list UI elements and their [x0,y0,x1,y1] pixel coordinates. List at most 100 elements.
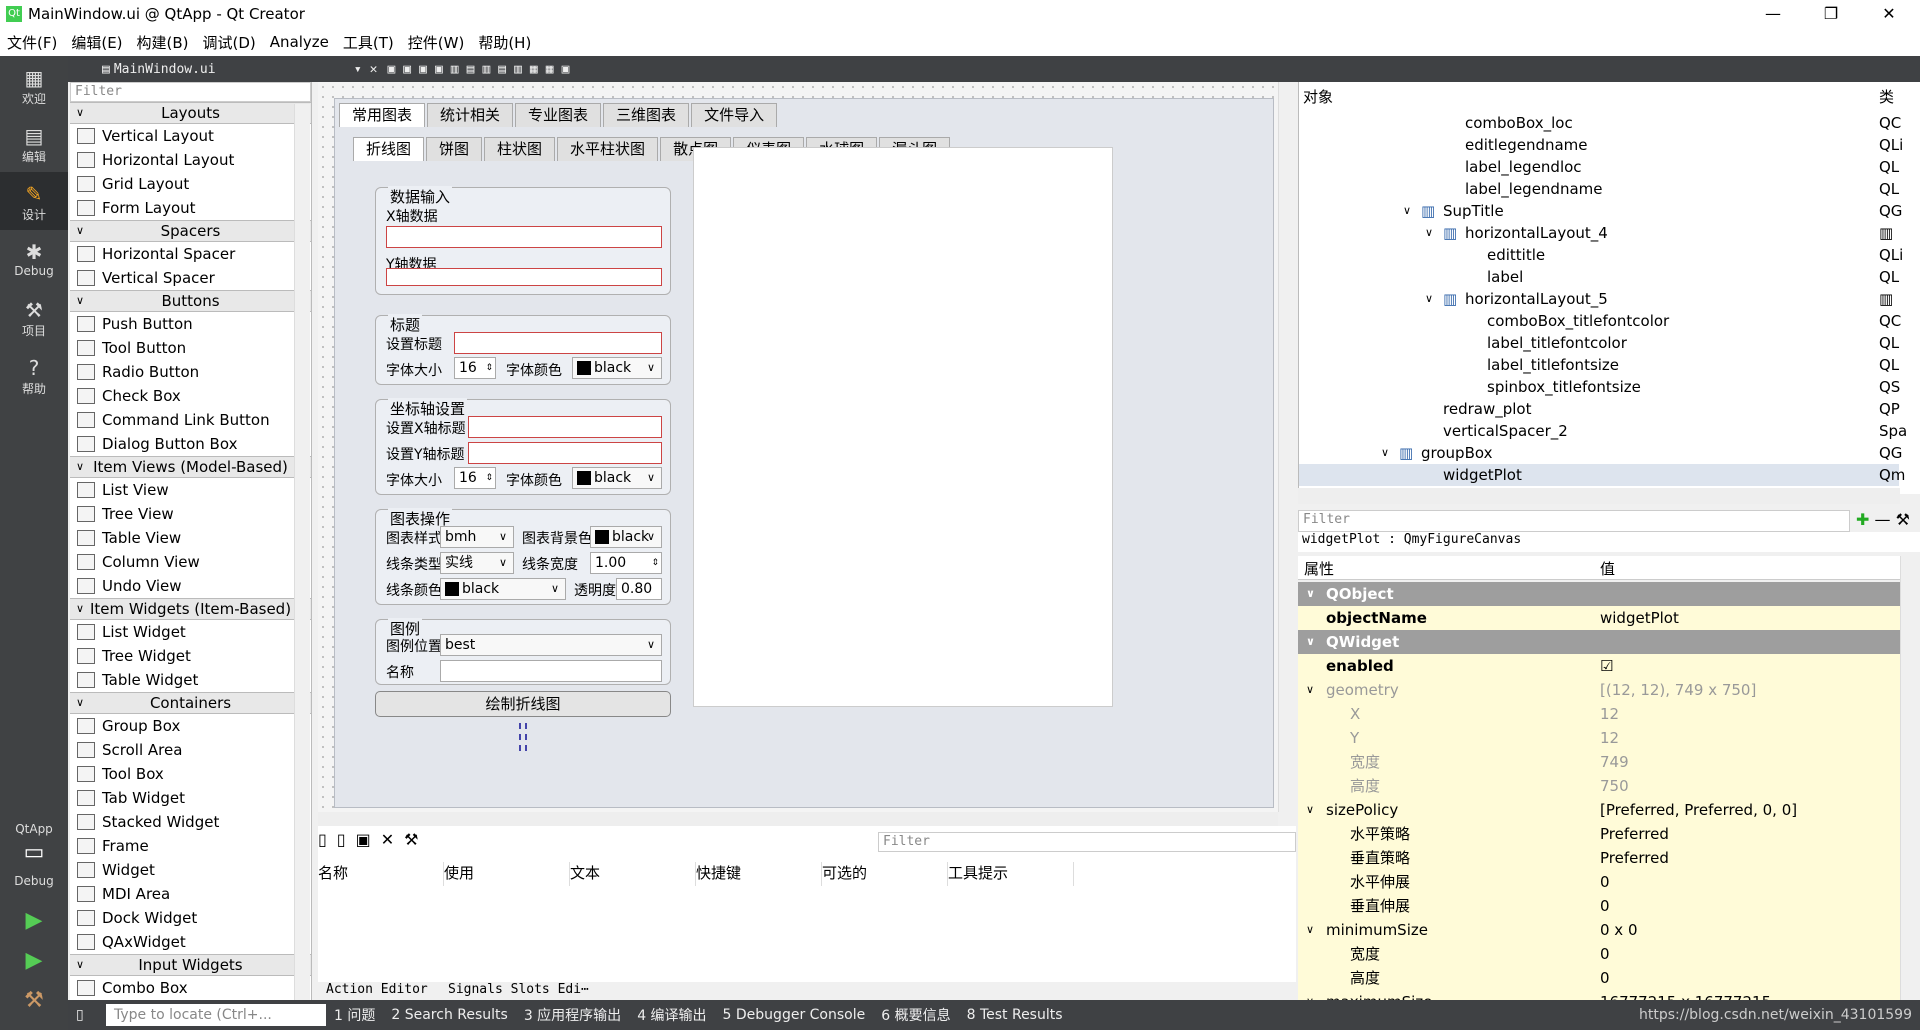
object-tree-row[interactable]: ∨ ▥ horizontalLayout_5 ▥ [1299,288,1899,310]
mode-projects[interactable]: ⚒ 项目 [0,288,68,346]
widget-category[interactable]: ∨ Layouts [70,102,311,124]
property-filter-input[interactable]: Filter [1298,510,1850,532]
axis-font-color-combo[interactable]: black ∨ [572,467,662,489]
sidebar-toggle-icon[interactable]: ▯ [68,1007,106,1023]
object-tree-row[interactable]: label_titlefontcolor QL [1299,332,1899,354]
widget-category[interactable]: ∨ Buttons [70,290,311,312]
mode-help[interactable]: ? 帮助 [0,346,68,404]
tab-line[interactable]: 折线图 [353,137,425,161]
property-value[interactable]: [Preferred, Preferred, 0, 0] [1600,798,1797,822]
line-type-combo[interactable]: 实线 ∨ [440,552,514,574]
draw-line-chart-button[interactable]: 绘制折线图 [375,691,671,717]
object-tree-row[interactable]: ∨ ▥ horizontalLayout_4 ▥ [1299,222,1899,244]
widget-item[interactable]: Push Button [70,312,311,336]
widget-item[interactable]: Group Box [70,714,311,738]
widget-item[interactable]: Undo View [70,574,311,598]
property-row[interactable]: ∨ QWidget [1298,630,1900,654]
widget-item[interactable]: Frame [70,834,311,858]
widget-item[interactable]: Combo Box [70,976,311,1000]
widget-item[interactable]: Tool Button [70,336,311,360]
canvas-vertical-scrollbar[interactable] [1278,82,1296,812]
tab-signals-slots[interactable]: Signals Slots Edi⋯ [448,982,589,997]
property-row[interactable]: 垂直策略 Preferred [1298,846,1900,870]
widget-item[interactable]: Table Widget [70,668,311,692]
widget-item[interactable]: Dock Widget [70,906,311,930]
tree-expand-icon[interactable]: ∨ [1381,442,1389,464]
property-value[interactable]: Preferred [1600,846,1669,870]
property-row[interactable]: ∨ QObject [1298,582,1900,606]
property-row[interactable]: 水平策略 Preferred [1298,822,1900,846]
widget-item[interactable]: List View [70,478,311,502]
tree-expand-icon[interactable]: ∨ [1403,200,1411,222]
tab-3d[interactable]: 三维图表 [603,103,690,127]
menu-help[interactable]: 帮助(H) [471,32,538,53]
property-row[interactable]: ∨ geometry [(12, 12), 749 x 750] [1298,678,1900,702]
widget-item[interactable]: Radio Button [70,360,311,384]
chevron-down-icon[interactable]: ∨ [1306,630,1315,654]
widget-item[interactable]: Column View [70,550,311,574]
widget-item[interactable]: Stacked Widget [70,810,311,834]
property-row[interactable]: 宽度 0 [1298,942,1900,966]
menu-debug[interactable]: 调试(D) [196,32,263,53]
property-value[interactable]: Preferred [1600,822,1669,846]
status-general-messages[interactable]: 6 概要信息 [873,1005,958,1025]
monitor-icon[interactable]: ▭ [0,840,68,865]
maximize-button[interactable]: ❐ [1802,0,1860,28]
menu-file[interactable]: 文件(F) [0,32,64,53]
close-document-icon[interactable]: ✕ [370,62,378,77]
widget-category[interactable]: ∨ Containers [70,692,311,714]
chevron-down-icon[interactable]: ∨ [1306,678,1314,702]
action-toolbar-icons[interactable]: ▯▯▣✕⚒ [318,830,428,849]
object-tree-row[interactable]: comboBox_titlefontcolor QC [1299,310,1901,332]
col-tooltip[interactable]: 工具提示 [948,862,1074,886]
widget-item[interactable]: Dialog Button Box [70,432,311,456]
property-value[interactable]: 750 [1600,774,1629,798]
widget-item[interactable]: Tree Widget [70,644,311,668]
title-input[interactable] [454,332,662,354]
alpha-spinbox[interactable]: 0.80 [616,578,662,600]
plot-widget[interactable] [693,147,1113,707]
locator-input[interactable]: Type to locate (Ctrl+... [106,1004,326,1026]
property-row[interactable]: ∨ minimumSize 0 x 0 [1298,918,1900,942]
widget-category[interactable]: ∨ Item Views (Model-Based) [70,456,311,478]
object-tree-row[interactable]: label_legendname QL [1299,178,1899,200]
property-row[interactable]: 高度 0 [1298,966,1900,990]
object-tree-row[interactable]: label_legendloc QL [1299,156,1899,178]
y-data-input[interactable] [386,268,662,286]
open-file-name[interactable]: MainWindow.ui [114,62,344,77]
property-value[interactable]: 0 x 0 [1600,918,1638,942]
property-value[interactable]: widgetPlot [1600,606,1679,630]
chevron-down-icon[interactable]: ∨ [1306,918,1314,942]
property-value[interactable]: 16777215 x 16777215 [1600,990,1771,1000]
x-data-input[interactable] [386,226,662,248]
status-issues[interactable]: 1 问题 [326,1005,383,1025]
tab-action-editor[interactable]: Action Editor [326,982,428,997]
action-filter-input[interactable]: Filter [878,832,1296,852]
form-editor-tools-icon[interactable]: ▣▣▣▣▥▤▥▤▥▦▦▣ [387,62,577,77]
minimize-button[interactable]: — [1744,0,1802,28]
status-compile-output[interactable]: 4 编译输出 [629,1005,714,1025]
legend-name-input[interactable] [440,660,662,682]
tree-expand-icon[interactable]: ∨ [1425,222,1433,244]
object-tree-row[interactable]: spinbox_titlefontsize QS [1299,376,1900,398]
chevron-down-icon[interactable]: ∨ [1306,990,1314,1000]
property-row[interactable]: objectName widgetPlot [1298,606,1900,630]
property-row[interactable]: enabled ☑ [1298,654,1900,678]
status-search-results[interactable]: 2 Search Results [383,1007,515,1023]
widget-item[interactable]: Horizontal Layout [70,148,311,172]
object-tree-row[interactable]: editlegendname QLi [1299,134,1903,156]
menu-tools[interactable]: 工具(T) [336,32,401,53]
widget-item[interactable]: Check Box [70,384,311,408]
property-value[interactable]: 12 [1600,726,1619,750]
status-app-output[interactable]: 3 应用程序输出 [516,1005,629,1025]
chevron-down-icon[interactable]: ∨ [1306,582,1315,606]
widget-item[interactable]: Vertical Layout [70,124,311,148]
object-tree-row[interactable]: ∨ ▥ SupTitle QG [1299,200,1902,222]
chart-style-combo[interactable]: bmh ∨ [440,526,514,548]
property-value[interactable]: [(12, 12), 749 x 750] [1600,678,1756,702]
mode-welcome[interactable]: ▦ 欢迎 [0,56,68,114]
col-text[interactable]: 文本 [570,862,696,886]
title-font-color-combo[interactable]: black ∨ [572,357,662,379]
widget-item[interactable]: Command Link Button [70,408,311,432]
debug-run-icon[interactable]: ▶ [0,948,68,973]
